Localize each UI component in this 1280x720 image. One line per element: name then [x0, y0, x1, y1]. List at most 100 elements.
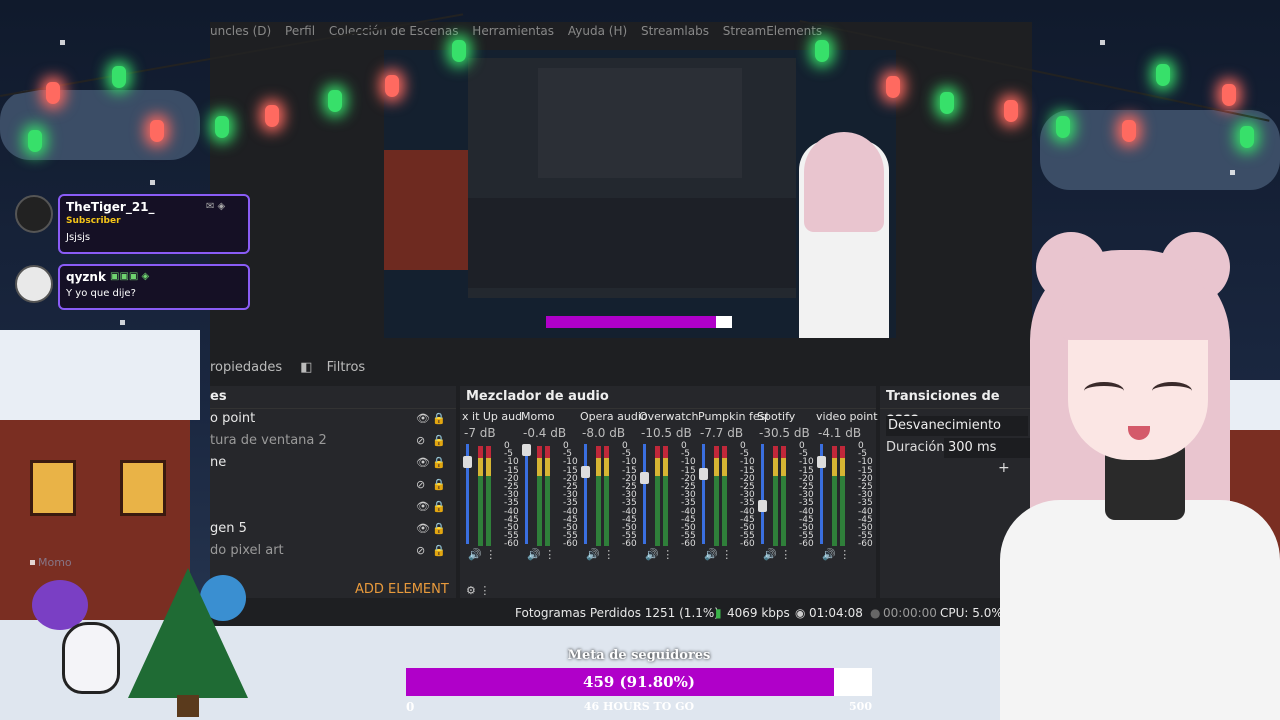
speaker-icon[interactable]: 🔊 ⋮ — [586, 548, 614, 561]
source-label: gen 5 — [210, 521, 247, 536]
menu-item[interactable]: Ayuda (H) — [568, 24, 627, 38]
eye-icon[interactable]: 👁 — [416, 518, 430, 539]
duration-label: Duración — [886, 440, 945, 455]
lock-icon[interactable]: 🔒 — [432, 496, 446, 517]
lock-icon[interactable]: 🔒 — [432, 474, 446, 495]
speaker-icon[interactable]: 🔊 ⋮ — [527, 548, 555, 561]
chat-message: TheTiger_21_ ✉ ◈ Subscriber Jsjsjs — [58, 194, 250, 254]
speaker-icon[interactable]: 🔊 ⋮ — [645, 548, 673, 561]
lock-icon[interactable]: 🔒 — [432, 430, 446, 451]
mixer-settings-icon[interactable]: ⚙ ⋮ — [466, 584, 490, 597]
audio-meter — [486, 446, 491, 546]
tab-filters[interactable]: Filtros — [327, 360, 366, 375]
menu-item[interactable]: Herramientas — [472, 24, 554, 38]
red-bulb-icon — [886, 76, 900, 98]
volume-slider[interactable] — [525, 444, 528, 544]
menu-item[interactable]: StreamElements — [723, 24, 822, 38]
tree-trunk — [177, 695, 199, 717]
eye-icon[interactable]: 👁 — [416, 496, 430, 517]
mixer-channel: Momo -0.4 dB 0 -5 -10 -15 -20 -25 -30 -35 -40 -45 -5… — [521, 408, 583, 568]
avatar — [15, 265, 53, 303]
volume-slider-handle[interactable] — [699, 468, 708, 480]
live-icon: ◉ — [795, 606, 806, 620]
stream-preview[interactable] — [384, 50, 896, 338]
record-icon: ● — [870, 606, 881, 620]
source-row[interactable]: 👁 🔒 — [210, 496, 454, 517]
volume-slider[interactable] — [702, 444, 705, 544]
lock-icon[interactable]: 🔒 — [432, 518, 446, 539]
db-tick: -60 — [799, 539, 814, 550]
eye-hidden-icon[interactable]: ⊘ — [416, 430, 425, 451]
source-row[interactable]: ne 👁 🔒 — [210, 452, 454, 473]
volume-slider[interactable] — [643, 444, 646, 544]
lock-icon[interactable]: 🔒 — [432, 408, 446, 429]
eye-icon[interactable]: 👁 — [416, 408, 430, 429]
volume-slider[interactable] — [761, 444, 764, 544]
channel-volume: -8.0 dB — [582, 426, 626, 440]
source-row[interactable]: tura de ventana 2 ⊘ 🔒 — [210, 430, 454, 451]
vtuber-sweater — [1000, 500, 1280, 720]
obs-window: uncles (D) Perfil Colección de Escenas H… — [210, 22, 1032, 626]
volume-slider-handle[interactable] — [640, 472, 649, 484]
source-row[interactable]: gen 5 👁 🔒 — [210, 518, 454, 539]
green-bulb-icon — [112, 66, 126, 88]
source-label: o point — [210, 411, 256, 426]
mixer-channel: x it Up aud -7 dB 0 -5 -10 -15 -20 -25 -30 -35 -40… — [462, 408, 524, 568]
tab-properties[interactable]: ropiedades — [210, 360, 282, 375]
green-bulb-icon — [1156, 64, 1170, 86]
menu-item[interactable]: Perfil — [285, 24, 315, 38]
chat-text: Jsjsjs — [66, 232, 91, 243]
red-bulb-icon — [1004, 100, 1018, 122]
duration-input[interactable]: 300 ms — [944, 438, 1030, 458]
dropped-frames: Fotogramas Perdidos 1251 (1.1%) — [515, 606, 719, 620]
speaker-icon[interactable]: 🔊 ⋮ — [704, 548, 732, 561]
audio-meter — [832, 446, 837, 546]
add-transition-button[interactable]: + — [998, 460, 1010, 476]
volume-slider-handle[interactable] — [817, 456, 826, 468]
audio-meter — [781, 446, 786, 546]
volume-slider-handle[interactable] — [522, 444, 531, 456]
vtuber-bangs — [1060, 280, 1220, 340]
house-window — [30, 460, 76, 516]
red-bulb-icon — [385, 75, 399, 97]
audio-meter — [545, 446, 550, 546]
goal-time-left: 46 HOURS TO GO — [583, 700, 695, 713]
green-bulb-icon — [215, 116, 229, 138]
speaker-icon[interactable]: 🔊 ⋮ — [468, 548, 496, 561]
source-row[interactable]: ⊘ 🔒 — [210, 474, 454, 495]
volume-slider-handle[interactable] — [758, 500, 767, 512]
mixer-title: Mezclador de audio — [460, 386, 876, 409]
nested-preview-inner — [538, 68, 742, 178]
db-scale: 0 -5 -10 -15 -20 -25 -30 -35 -40 -45 -50 -55 -60 — [681, 441, 696, 550]
lock-icon[interactable]: 🔒 — [432, 540, 446, 561]
source-label: tura de ventana 2 — [210, 433, 327, 448]
nested-mixer — [468, 198, 796, 288]
eye-hidden-icon[interactable]: ⊘ — [416, 474, 425, 495]
green-bulb-icon — [28, 130, 42, 152]
lock-icon[interactable]: 🔒 — [432, 452, 446, 473]
db-tick: -60 — [681, 539, 696, 550]
sources-header: es — [210, 386, 456, 409]
properties-tabs: ropiedades ◧ Filtros — [210, 360, 1032, 380]
house-window — [120, 460, 166, 516]
volume-slider-handle[interactable] — [581, 466, 590, 478]
volume-slider-handle[interactable] — [463, 456, 472, 468]
eye-right — [1152, 382, 1192, 400]
volume-slider[interactable] — [584, 444, 587, 544]
speaker-icon[interactable]: 🔊 ⋮ — [763, 548, 791, 561]
eye-hidden-icon[interactable]: ⊘ — [416, 540, 425, 561]
speaker-icon[interactable]: 🔊 ⋮ — [822, 548, 850, 561]
red-bulb-icon — [1222, 84, 1236, 106]
db-scale: 0 -5 -10 -15 -20 -25 -30 -35 -40 -45 -50 -55 -60 — [858, 441, 873, 549]
menu-item[interactable]: Streamlabs — [641, 24, 709, 38]
eye-icon[interactable]: 👁 — [416, 452, 430, 473]
source-row[interactable]: o point 👁 🔒 — [210, 408, 454, 429]
source-row[interactable]: do pixel art ⊘ 🔒 — [210, 540, 454, 561]
add-element-button[interactable]: ADD ELEMENT — [355, 582, 449, 597]
audio-meter — [537, 446, 542, 546]
channel-volume: -7.7 dB — [700, 426, 744, 440]
audio-meter — [478, 446, 483, 546]
menu-item[interactable]: uncles (D) — [210, 24, 271, 38]
transition-select[interactable]: Desvanecimiento — [886, 416, 1028, 436]
audio-meter — [596, 446, 601, 546]
